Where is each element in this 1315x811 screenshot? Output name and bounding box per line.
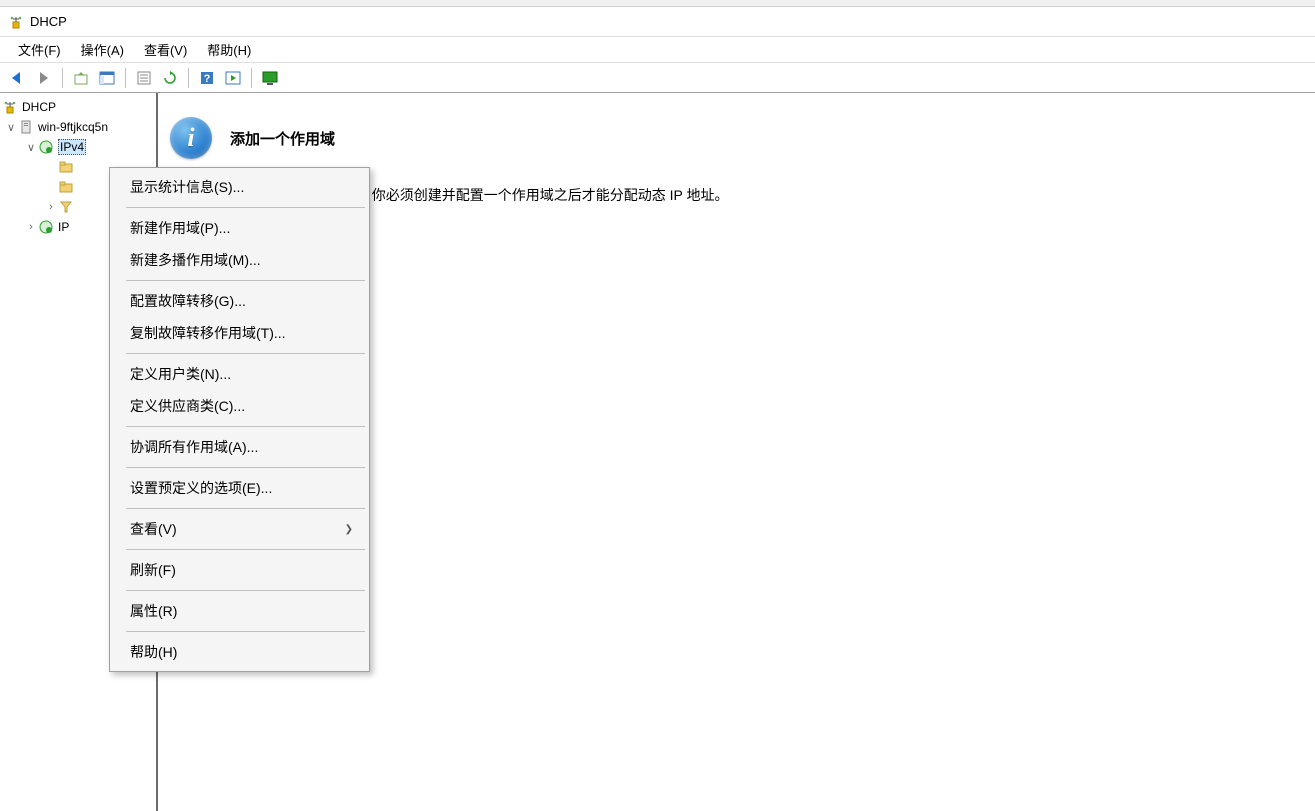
cm-label: 显示统计信息(S)... (130, 177, 244, 197)
tree-ipv6-label: IP (58, 220, 69, 234)
tree-ipv4[interactable]: ∨ IPv4 (0, 137, 156, 157)
cm-label: 查看(V) (130, 519, 177, 539)
cm-separator (126, 549, 365, 550)
ipv6-icon (38, 219, 54, 235)
window-title: DHCP (30, 14, 67, 29)
menu-view[interactable]: 查看(V) (134, 37, 197, 62)
cm-show-stats[interactable]: 显示统计信息(S)... (112, 171, 367, 203)
cm-label: 刷新(F) (130, 560, 176, 580)
tree-ipv4-label: IPv4 (58, 139, 86, 155)
ipv4-icon (38, 139, 54, 155)
detail-title: 添加一个作用域 (230, 128, 335, 149)
cm-label: 属性(R) (130, 601, 177, 621)
help-button[interactable]: ? (195, 66, 219, 90)
cm-label: 定义供应商类(C)... (130, 396, 245, 416)
monitor-button[interactable] (258, 66, 282, 90)
cm-label: 设置预定义的选项(E)... (130, 478, 272, 498)
cm-separator (126, 353, 365, 354)
cm-separator (126, 467, 365, 468)
submenu-arrow-icon: ❯ (345, 524, 353, 535)
dhcp-icon (2, 99, 18, 115)
menu-bar: 文件(F) 操作(A) 查看(V) 帮助(H) (0, 37, 1315, 63)
title-bar: DHCP (0, 7, 1315, 37)
cm-separator (126, 631, 365, 632)
cm-label: 新建多播作用域(M)... (130, 250, 261, 270)
tree-server[interactable]: ∨ win-9ftjkcq5n (0, 117, 156, 137)
back-button[interactable] (6, 66, 30, 90)
cm-label: 协调所有作用域(A)... (130, 437, 258, 457)
cm-define-user-class[interactable]: 定义用户类(N)... (112, 358, 367, 390)
dhcp-icon (8, 14, 24, 30)
filter-icon (58, 199, 74, 215)
ribbon-strip (0, 0, 1315, 7)
expand-icon[interactable]: ∨ (4, 121, 18, 134)
cm-label: 复制故障转移作用域(T)... (130, 323, 286, 343)
cm-separator (126, 207, 365, 208)
refresh-button[interactable] (158, 66, 182, 90)
tree-root[interactable]: DHCP (0, 97, 156, 117)
menu-help[interactable]: 帮助(H) (197, 37, 261, 62)
forward-button[interactable] (32, 66, 56, 90)
toolbar-separator (251, 68, 252, 88)
detail-toggle-button[interactable] (95, 66, 119, 90)
cm-set-predefined-options[interactable]: 设置预定义的选项(E)... (112, 472, 367, 504)
expand-icon[interactable]: › (24, 221, 38, 233)
expand-icon[interactable]: › (44, 201, 58, 213)
cm-label: 配置故障转移(G)... (130, 291, 246, 311)
cm-configure-failover[interactable]: 配置故障转移(G)... (112, 285, 367, 317)
cm-refresh[interactable]: 刷新(F) (112, 554, 367, 586)
toolbar-separator (188, 68, 189, 88)
tree-root-label: DHCP (22, 100, 56, 114)
menu-action[interactable]: 操作(A) (71, 37, 134, 62)
cm-separator (126, 280, 365, 281)
detail-header: i 添加一个作用域 (170, 117, 1303, 159)
cm-separator (126, 508, 365, 509)
svg-text:?: ? (204, 73, 211, 85)
tree-server-label: win-9ftjkcq5n (38, 120, 108, 134)
up-button[interactable] (69, 66, 93, 90)
cm-replicate-failover[interactable]: 复制故障转移作用域(T)... (112, 317, 367, 349)
cm-label: 定义用户类(N)... (130, 364, 231, 384)
context-menu: 显示统计信息(S)... 新建作用域(P)... 新建多播作用域(M)... 配… (109, 167, 370, 672)
cm-separator (126, 590, 365, 591)
cm-new-scope[interactable]: 新建作用域(P)... (112, 212, 367, 244)
cm-reconcile-all-scopes[interactable]: 协调所有作用域(A)... (112, 431, 367, 463)
cm-label: 新建作用域(P)... (130, 218, 230, 238)
cm-view[interactable]: 查看(V) ❯ (112, 513, 367, 545)
expand-icon[interactable]: ∨ (24, 141, 38, 154)
folder-icon (58, 159, 74, 175)
cm-help[interactable]: 帮助(H) (112, 636, 367, 668)
cm-new-multicast-scope[interactable]: 新建多播作用域(M)... (112, 244, 367, 276)
folder-icon (58, 179, 74, 195)
cm-properties[interactable]: 属性(R) (112, 595, 367, 627)
menu-file[interactable]: 文件(F) (8, 37, 71, 62)
server-icon (18, 119, 34, 135)
cm-separator (126, 426, 365, 427)
tool-bar: ? (0, 63, 1315, 93)
play-button[interactable] (221, 66, 245, 90)
info-icon: i (170, 117, 212, 159)
cm-define-vendor-class[interactable]: 定义供应商类(C)... (112, 390, 367, 422)
toolbar-separator (125, 68, 126, 88)
toolbar-separator (62, 68, 63, 88)
properties-button[interactable] (132, 66, 156, 90)
cm-label: 帮助(H) (130, 642, 177, 662)
